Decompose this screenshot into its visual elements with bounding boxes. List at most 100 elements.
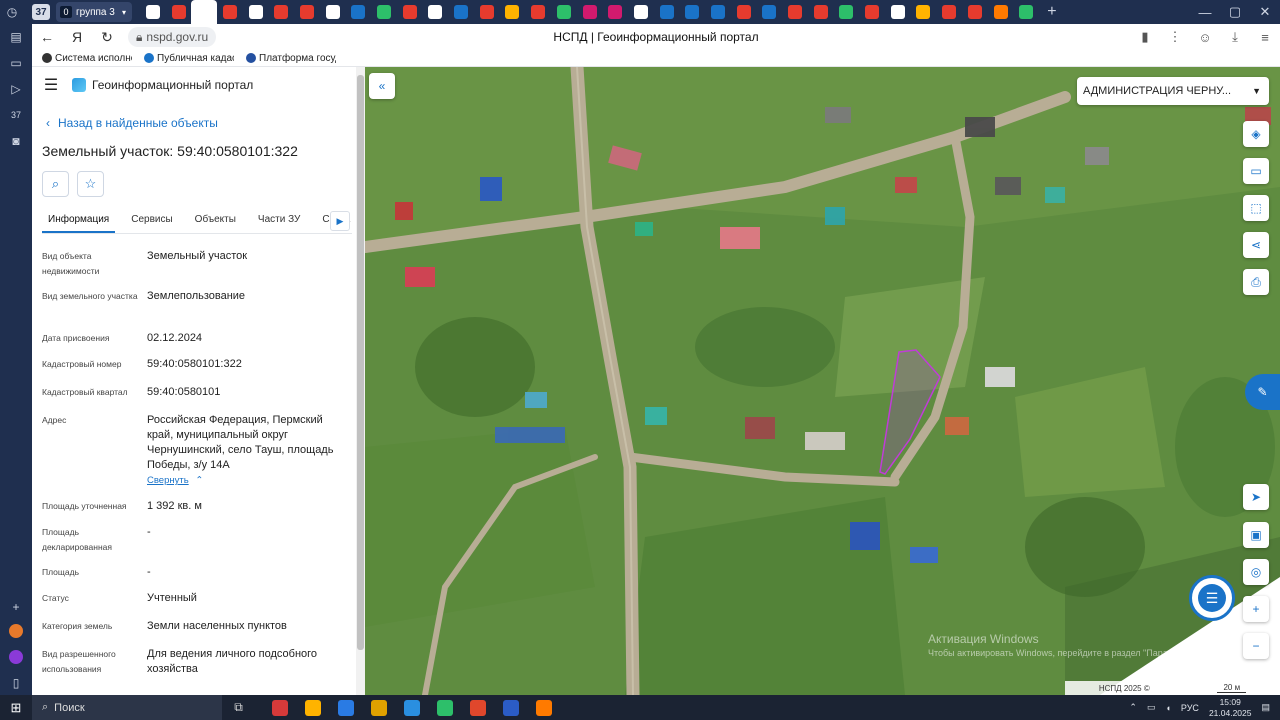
browser-tab[interactable] (551, 0, 577, 24)
volume-icon[interactable]: ◖ (1165, 703, 1170, 713)
zoom-in-button[interactable]: + (1243, 596, 1269, 622)
browser-tab[interactable] (397, 0, 423, 24)
url-field[interactable]: 🔒︎ nspd.gov.ru (128, 27, 217, 47)
alice-icon[interactable] (0, 618, 32, 644)
tab-objects[interactable]: Объекты (189, 207, 242, 233)
download-icon[interactable]: ⤓ (1220, 24, 1250, 50)
browser-tab[interactable] (834, 0, 860, 24)
browser-tab[interactable] (268, 0, 294, 24)
browser-tab[interactable] (911, 0, 937, 24)
profile-icon[interactable]: ☺ (1190, 24, 1220, 50)
tab-group[interactable]: 0 группа 3 ▾ (56, 2, 132, 22)
browser-tab[interactable] (294, 0, 320, 24)
layers-button[interactable]: ◈ (1243, 121, 1269, 147)
taskbar-app-icon[interactable] (395, 695, 428, 720)
browser-tab[interactable] (654, 0, 680, 24)
taskbar-app-icon[interactable] (494, 695, 527, 720)
messages-icon[interactable]: ▭ (0, 50, 32, 76)
add-icon[interactable]: + (0, 594, 32, 620)
taskbar-app-icon[interactable] (362, 695, 395, 720)
new-tab-icon[interactable]: + (1039, 0, 1065, 24)
back-to-results-link[interactable]: ‹ Назад в найденные объекты (46, 116, 218, 130)
sidebar-badge[interactable]: 37 (0, 102, 32, 128)
browser-tab[interactable] (500, 0, 526, 24)
region-select[interactable]: АДМИНИСТРАЦИЯ ЧЕРНУ... ▼ (1077, 77, 1269, 105)
minimize-icon[interactable]: — (1190, 0, 1220, 24)
browser-tab[interactable] (371, 0, 397, 24)
menu-icon[interactable]: ≡ (1250, 24, 1280, 50)
browser-tab[interactable] (602, 0, 628, 24)
browser-tab[interactable] (448, 0, 474, 24)
locate-on-map-button[interactable]: ⌕ (42, 171, 69, 197)
camera-icon[interactable]: ◙ (0, 128, 32, 154)
browser-tab[interactable] (525, 0, 551, 24)
windows-start-icon[interactable]: ⊞ (0, 695, 32, 720)
assistant-icon[interactable] (0, 644, 32, 670)
yandex-icon[interactable]: Я (62, 29, 92, 45)
browser-tab[interactable] (474, 0, 500, 24)
browser-tab[interactable] (988, 0, 1014, 24)
bookmark-item[interactable]: Публичная кадас (144, 53, 234, 64)
browser-tab[interactable] (705, 0, 731, 24)
tab-services[interactable]: Сервисы (125, 207, 178, 233)
bookmark-icon[interactable]: ▮ (1130, 24, 1160, 50)
browser-tab[interactable] (885, 0, 911, 24)
maximize-icon[interactable]: ▢ (1220, 0, 1250, 24)
tab-parts[interactable]: Части ЗУ (252, 207, 306, 233)
clock[interactable]: 15:09 21.04.2025 (1209, 697, 1252, 719)
browser-tab[interactable] (628, 0, 654, 24)
reload-icon[interactable]: ↻ (92, 29, 122, 46)
browser-tab[interactable] (423, 0, 449, 24)
collapse-sidebar-icon[interactable]: ▯ (0, 670, 32, 696)
tray-chevron-icon[interactable]: ⌃ (1129, 702, 1137, 713)
chat-button[interactable]: ☰ (1189, 575, 1235, 621)
notifications-icon[interactable]: ▤ (1261, 702, 1270, 713)
taskbar-app-icon[interactable] (329, 695, 362, 720)
taskbar-app-icon[interactable] (263, 695, 296, 720)
share-button[interactable]: ⋖ (1243, 232, 1269, 258)
taskbar-app-icon[interactable] (461, 695, 494, 720)
language-indicator[interactable]: РУС (1181, 703, 1199, 713)
zoom-out-button[interactable]: − (1243, 633, 1269, 659)
browser-tab[interactable] (577, 0, 603, 24)
tab-count-badge[interactable]: 37 (32, 4, 50, 20)
play-icon[interactable]: ▷ (0, 76, 32, 102)
collapse-address-link[interactable]: Свернуть ⌃ (147, 475, 203, 486)
browser-tab[interactable] (140, 0, 166, 24)
browser-tab[interactable] (936, 0, 962, 24)
scrollbar-thumb[interactable] (357, 75, 364, 650)
browser-tab[interactable] (808, 0, 834, 24)
notes-icon[interactable]: ▤ (0, 24, 32, 50)
taskbar-app-icon[interactable] (527, 695, 560, 720)
measure-button[interactable]: ▭ (1243, 158, 1269, 184)
history-icon[interactable]: ◷ (0, 0, 24, 24)
close-icon[interactable]: ✕ (1250, 0, 1280, 24)
map-view[interactable]: « АДМИНИСТРАЦИЯ ЧЕРНУ... ▼ ◈ ▭ ⬚ ⋖ ⎙ ✎ ➤… (365, 67, 1280, 695)
taskbar-search[interactable]: ⌕ Поиск (32, 695, 222, 720)
hamburger-menu-icon[interactable]: ☰ (32, 75, 70, 95)
browser-tab[interactable] (166, 0, 192, 24)
browser-tab[interactable] (962, 0, 988, 24)
browser-tab[interactable] (320, 0, 346, 24)
print-button[interactable]: ⎙ (1243, 269, 1269, 295)
tab-information[interactable]: Информация (42, 207, 116, 233)
browser-tab[interactable] (782, 0, 808, 24)
back-icon[interactable]: ← (32, 29, 62, 45)
taskbar-app-icon[interactable] (428, 695, 461, 720)
task-view-icon[interactable]: ⧉ (222, 695, 255, 720)
browser-tab[interactable] (243, 0, 269, 24)
browser-tab[interactable] (1013, 0, 1039, 24)
taskbar-app-icon[interactable] (296, 695, 329, 720)
network-icon[interactable]: ▭ (1147, 702, 1156, 713)
favorite-button[interactable]: ☆ (77, 171, 104, 197)
bookmark-item[interactable]: Система исполне (42, 53, 132, 64)
browser-tab[interactable] (679, 0, 705, 24)
geolocate-button[interactable]: ◎ (1243, 559, 1269, 585)
browser-tab[interactable] (731, 0, 757, 24)
panel-scrollbar[interactable] (356, 67, 365, 695)
browser-tab[interactable] (859, 0, 885, 24)
collapse-panel-button[interactable]: « (369, 73, 395, 99)
browser-tab[interactable] (346, 0, 372, 24)
tabs-scroll-right-button[interactable]: ▶ (330, 211, 350, 231)
more-icon[interactable]: ⋮ (1160, 24, 1190, 50)
